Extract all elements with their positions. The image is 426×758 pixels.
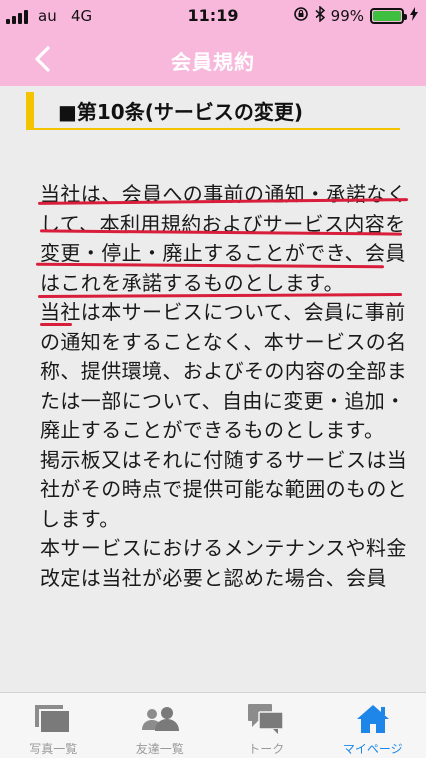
battery-icon	[370, 8, 407, 24]
bluetooth-icon	[315, 5, 325, 26]
status-right: 99%	[293, 5, 418, 26]
tab-talk[interactable]: トーク	[213, 693, 320, 758]
paragraph-1: 当社は、会員への事前の通知・承諾なくして、本利用規約およびサービス内容を変更・停…	[40, 182, 408, 295]
status-bar: au 4G 11:19 99%	[0, 0, 426, 34]
home-icon	[353, 703, 393, 735]
page-title: 会員規約	[171, 49, 255, 74]
rotation-lock-icon	[293, 6, 309, 26]
battery-percent: 99%	[330, 7, 364, 25]
navigation-bar: 会員規約	[0, 34, 426, 86]
paragraph-3: 掲示板又はそれに付随するサービスは当社がその時点で提供可能な範囲のものとします。	[40, 447, 408, 531]
photos-icon	[33, 703, 73, 735]
tab-bar: 写真一覧 友達一覧 トーク マイページ	[0, 692, 426, 758]
tab-label: 友達一覧	[135, 742, 184, 756]
tab-label: マイページ	[342, 742, 403, 756]
terms-content[interactable]: ■第10条(サービスの変更) 当社は、会員への事前の通知・承諾なくして、本利用規…	[0, 86, 426, 692]
tab-label: トーク	[248, 742, 285, 756]
back-button[interactable]	[28, 44, 58, 74]
section-header: ■第10条(サービスの変更)	[26, 92, 400, 130]
paragraph-2: 当社は本サービスについて、会員に事前の通知をすることなく、本サービスの名称、提供…	[40, 300, 408, 442]
section-title: ■第10条(サービスの変更)	[58, 99, 304, 124]
tab-friends[interactable]: 友達一覧	[107, 693, 214, 758]
charging-icon	[410, 7, 418, 25]
battery-level-bar	[373, 11, 401, 21]
tab-label: 写真一覧	[29, 742, 78, 756]
tab-photos[interactable]: 写真一覧	[0, 693, 107, 758]
chat-icon	[246, 703, 286, 735]
terms-body: 当社は、会員への事前の通知・承諾なくして、本利用規約およびサービス内容を変更・停…	[40, 180, 412, 593]
friends-icon	[140, 703, 180, 735]
paragraph-4: 本サービスにおけるメンテナンスや料金改定は当社が必要と認めた場合、会員	[40, 536, 407, 590]
tab-mypage[interactable]: マイページ	[320, 693, 426, 758]
chevron-left-icon	[35, 46, 50, 72]
